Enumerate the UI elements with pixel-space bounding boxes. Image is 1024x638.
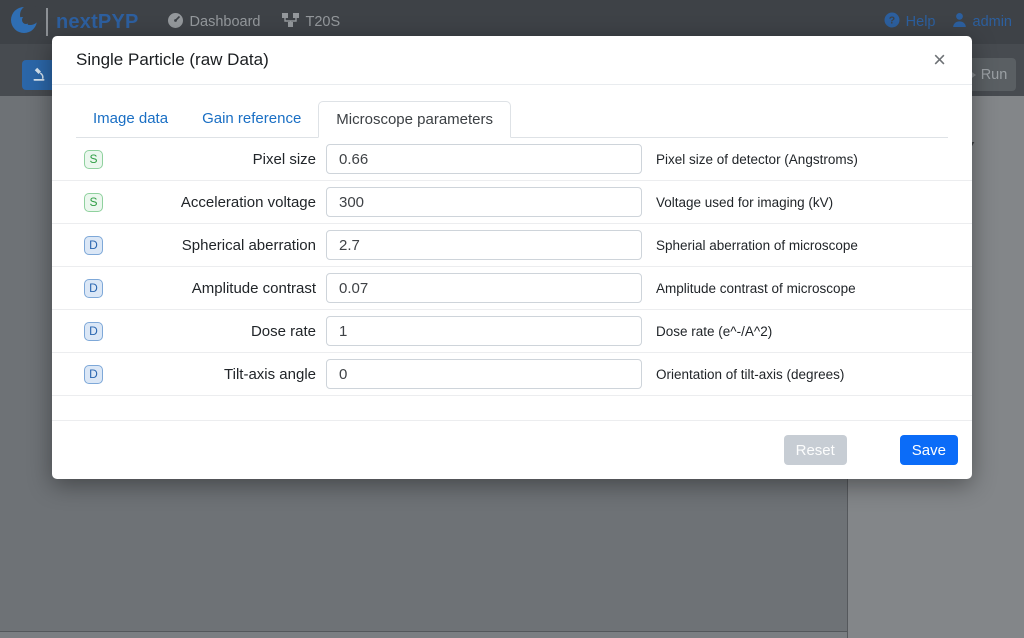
nextpyp-logo-icon [8, 3, 42, 42]
single-particle-modal: Single Particle (raw Data) × Image data … [52, 36, 972, 479]
param-row-spherical-aberration: D Spherical aberration Spherial aberrati… [52, 224, 972, 267]
param-description: Amplitude contrast of microscope [656, 281, 856, 296]
default-badge: D [84, 365, 103, 384]
param-row-tilt-axis-angle: D Tilt-axis angle Orientation of tilt-ax… [52, 353, 972, 396]
dashboard-icon [167, 12, 184, 33]
parameter-rows: S Pixel size Pixel size of detector (Ang… [52, 138, 972, 396]
default-badge: D [84, 322, 103, 341]
microscope-icon [32, 67, 46, 84]
shared-badge: S [84, 150, 103, 169]
param-row-pixel-size: S Pixel size Pixel size of detector (Ang… [52, 138, 972, 181]
modal-title: Single Particle (raw Data) [76, 50, 269, 70]
close-icon[interactable]: × [927, 47, 952, 73]
param-description: Spherial aberration of microscope [656, 238, 858, 253]
project-diagram-icon [282, 13, 299, 32]
dose-rate-input[interactable] [326, 316, 642, 346]
pixel-size-input[interactable] [326, 144, 642, 174]
param-description: Dose rate (e^-/A^2) [656, 324, 772, 339]
tilt-axis-angle-input[interactable] [326, 359, 642, 389]
modal-footer: Reset Save [52, 420, 972, 479]
shared-badge: S [84, 193, 103, 212]
param-label: Spherical aberration [103, 237, 316, 254]
brand-divider [46, 8, 48, 36]
param-label: Acceleration voltage [103, 194, 316, 211]
spherical-aberration-input[interactable] [326, 230, 642, 260]
left-panel-footer [0, 631, 847, 638]
nav-help[interactable]: ? Help [884, 12, 936, 32]
nav-project-label: T20S [305, 14, 340, 30]
nav-project-t20s[interactable]: T20S [282, 13, 340, 32]
nav-dashboard-label: Dashboard [190, 14, 261, 30]
tab-gain-reference[interactable]: Gain reference [185, 101, 318, 138]
modal-tabs: Image data Gain reference Microscope par… [76, 101, 948, 138]
param-description: Voltage used for imaging (kV) [656, 195, 833, 210]
save-button[interactable]: Save [900, 435, 958, 465]
param-label: Dose rate [103, 323, 316, 340]
param-label: Tilt-axis angle [103, 366, 316, 383]
param-label: Pixel size [103, 151, 316, 168]
tab-microscope-parameters[interactable]: Microscope parameters [318, 101, 511, 138]
param-description: Orientation of tilt-axis (degrees) [656, 367, 844, 382]
default-badge: D [84, 236, 103, 255]
param-row-amplitude-contrast: D Amplitude contrast Amplitude contrast … [52, 267, 972, 310]
help-icon: ? [884, 12, 900, 32]
amplitude-contrast-input[interactable] [326, 273, 642, 303]
nav-user-admin[interactable]: admin [952, 12, 1013, 32]
param-row-dose-rate: D Dose rate Dose rate (e^-/A^2) [52, 310, 972, 353]
nav-user-label: admin [973, 14, 1013, 30]
default-badge: D [84, 279, 103, 298]
reset-button[interactable]: Reset [784, 435, 847, 465]
screen: nextPYP Dashboard [0, 0, 1024, 638]
param-row-acceleration-voltage: S Acceleration voltage Voltage used for … [52, 181, 972, 224]
nav-help-label: Help [906, 14, 936, 30]
nav-dashboard[interactable]: Dashboard [167, 12, 261, 33]
modal-header: Single Particle (raw Data) × [52, 36, 972, 85]
run-button-label: Run [981, 67, 1008, 83]
param-label: Amplitude contrast [103, 280, 316, 297]
user-icon [952, 12, 967, 32]
svg-text:?: ? [888, 15, 894, 27]
brand-title: nextPYP [56, 11, 139, 34]
acceleration-voltage-input[interactable] [326, 187, 642, 217]
tab-image-data[interactable]: Image data [76, 101, 185, 138]
param-description: Pixel size of detector (Angstroms) [656, 152, 858, 167]
